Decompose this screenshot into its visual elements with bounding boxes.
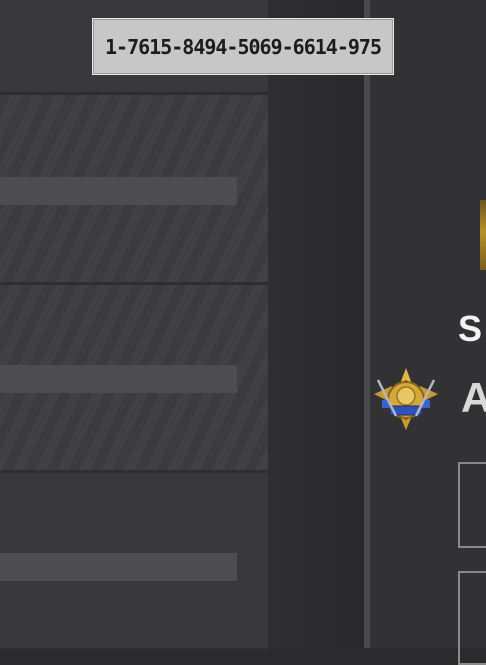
loadout-slot[interactable] — [0, 473, 268, 651]
player-id-badge: 1-7615-8494-5069-6614-975 — [92, 18, 394, 75]
slot-label-bar — [0, 365, 237, 393]
stat-card[interactable] — [458, 571, 486, 665]
tier-frame-edge — [480, 200, 486, 270]
ace-rank-emblem-icon — [374, 368, 438, 430]
panel-shadow-strip — [268, 0, 364, 648]
loadout-slot[interactable] — [0, 285, 268, 473]
loadout-panel — [0, 0, 268, 651]
player-id-text: 1-7615-8494-5069-6614-975 — [104, 34, 382, 59]
slot-label-bar — [0, 177, 237, 205]
player-name: S — [458, 308, 483, 349]
stat-card[interactable] — [458, 462, 486, 548]
rank-title: A — [461, 374, 486, 421]
loadout-slot[interactable] — [0, 95, 268, 285]
slot-label-bar — [0, 553, 237, 581]
